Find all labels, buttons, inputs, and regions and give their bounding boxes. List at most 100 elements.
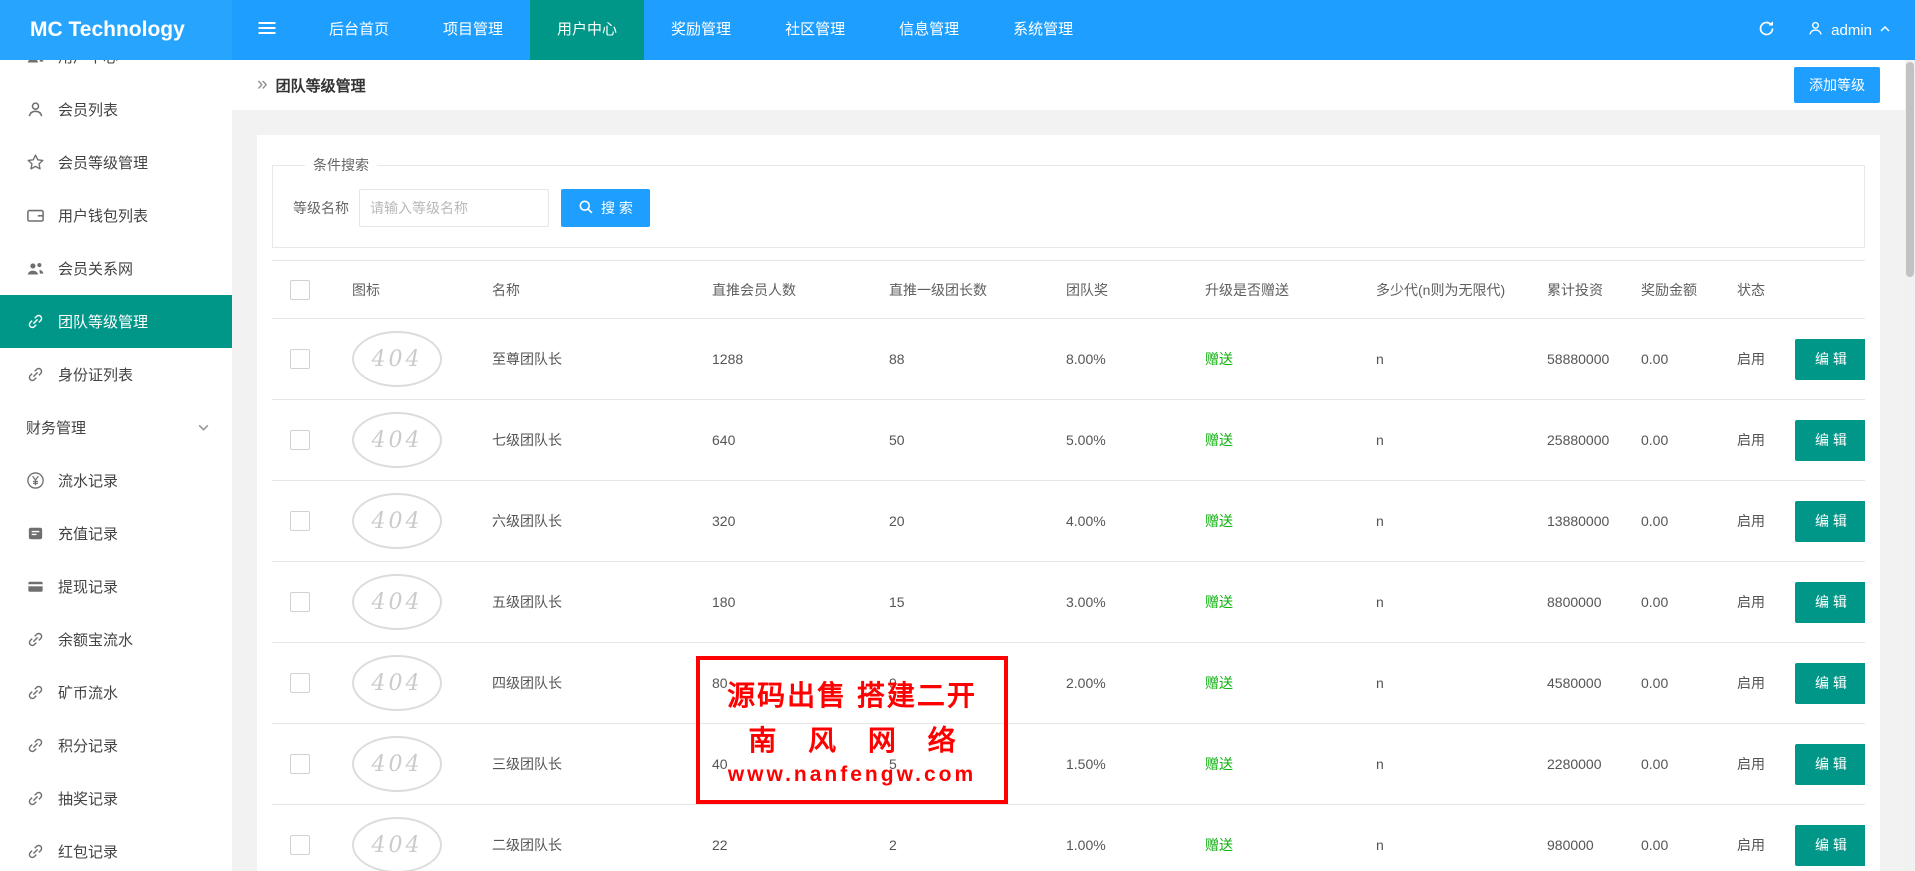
- column-header: 状态: [1727, 261, 1785, 319]
- cell-direct-members: 40: [712, 756, 728, 772]
- star-icon: [26, 153, 45, 172]
- sidebar-item[interactable]: 矿币流水: [0, 666, 232, 719]
- table-header-row: 图标名称直推会员人数直推一级团长数团队奖升级是否赠送多少代(n则为无限代)累计投…: [272, 261, 1865, 319]
- hamburger-icon: [256, 17, 278, 44]
- row-checkbox[interactable]: [290, 430, 310, 450]
- sidebar-item[interactable]: 提现记录: [0, 560, 232, 613]
- cell-direct-members: 80: [712, 675, 728, 691]
- edit-button[interactable]: 编 辑: [1795, 420, 1865, 461]
- nav-item[interactable]: 社区管理: [758, 0, 872, 60]
- nav-item[interactable]: 信息管理: [872, 0, 986, 60]
- cell-total-invest: 4580000: [1547, 675, 1602, 691]
- cell-generations: n: [1376, 513, 1384, 529]
- search-fieldset: 条件搜索 等级名称 搜 索: [272, 155, 1865, 248]
- nav-item[interactable]: 奖励管理: [644, 0, 758, 60]
- user-menu[interactable]: admin: [1795, 0, 1915, 60]
- cell-status: 启用: [1737, 594, 1765, 610]
- page-title: 团队等级管理: [276, 75, 366, 96]
- sidebar-item[interactable]: 会员等级管理: [0, 136, 232, 189]
- select-all-checkbox[interactable]: [290, 280, 310, 300]
- sidebar-item[interactable]: 流水记录: [0, 454, 232, 507]
- edit-button[interactable]: 编 辑: [1795, 744, 1865, 785]
- search-icon: [578, 199, 594, 218]
- column-header: 图标: [342, 261, 482, 319]
- hamburger-menu-button[interactable]: [232, 0, 302, 60]
- column-header: 多少代(n则为无限代): [1366, 261, 1537, 319]
- edit-button[interactable]: 编 辑: [1795, 582, 1865, 623]
- sidebar-item[interactable]: 财务管理: [0, 401, 232, 454]
- sidebar-item[interactable]: 团队等级管理: [0, 295, 232, 348]
- nav-item[interactable]: 系统管理: [986, 0, 1100, 60]
- sidebar-item[interactable]: 用户中心: [0, 60, 232, 83]
- sidebar-item[interactable]: 充值记录: [0, 507, 232, 560]
- edit-button[interactable]: 编 辑: [1795, 663, 1865, 704]
- sidebar-item-label: 团队等级管理: [58, 311, 148, 332]
- broken-image-placeholder: 404: [352, 655, 442, 711]
- sidebar-item[interactable]: 会员关系网: [0, 242, 232, 295]
- row-checkbox[interactable]: [290, 754, 310, 774]
- cell-direct-members: 1288: [712, 351, 743, 367]
- scrollbar-thumb[interactable]: [1906, 62, 1914, 277]
- edit-button[interactable]: 编 辑: [1795, 501, 1865, 542]
- column-header: 名称: [482, 261, 702, 319]
- sidebar-item-label: 红包记录: [58, 841, 118, 862]
- cell-status: 启用: [1737, 756, 1765, 772]
- broken-image-placeholder: 404: [352, 574, 442, 630]
- edit-button[interactable]: 编 辑: [1795, 825, 1865, 866]
- row-checkbox[interactable]: [290, 592, 310, 612]
- person-icon: [26, 100, 45, 119]
- sidebar-item-label: 用户钱包列表: [58, 205, 148, 226]
- nav-item[interactable]: 后台首页: [302, 0, 416, 60]
- cell-gift: 赠送: [1205, 756, 1233, 772]
- sidebar-item[interactable]: 抽奖记录: [0, 772, 232, 825]
- cell-status: 启用: [1737, 432, 1765, 448]
- sidebar-item[interactable]: 会员列表: [0, 83, 232, 136]
- table-row: 404二级团队长2221.00%赠送n9800000.00启用编 辑: [272, 805, 1865, 871]
- cell-direct-leaders: 20: [889, 513, 905, 529]
- level-name-input[interactable]: [359, 189, 549, 227]
- sidebar-item-label: 会员关系网: [58, 258, 133, 279]
- cell-gift: 赠送: [1205, 837, 1233, 853]
- sidebar-item-label: 提现记录: [58, 576, 118, 597]
- sidebar-item[interactable]: 积分记录: [0, 719, 232, 772]
- app-logo: MC Technology: [0, 0, 232, 60]
- link-icon: [26, 630, 45, 649]
- cell-status: 启用: [1737, 513, 1765, 529]
- sidebar-item-label: 充值记录: [58, 523, 118, 544]
- link-icon: [26, 312, 45, 331]
- row-checkbox[interactable]: [290, 673, 310, 693]
- search-legend: 条件搜索: [305, 155, 377, 175]
- cell-status: 启用: [1737, 675, 1765, 691]
- breadcrumb-arrow-icon: »: [257, 74, 268, 96]
- cell-team-reward: 1.50%: [1066, 756, 1106, 772]
- sidebar-item[interactable]: 余额宝流水: [0, 613, 232, 666]
- refresh-button[interactable]: [1737, 0, 1795, 60]
- breadcrumb: » 团队等级管理 添加等级: [232, 60, 1905, 110]
- search-button[interactable]: 搜 索: [561, 189, 650, 227]
- chevron-down-icon: [197, 421, 210, 434]
- row-checkbox[interactable]: [290, 349, 310, 369]
- nav-item[interactable]: 项目管理: [416, 0, 530, 60]
- cell-direct-members: 180: [712, 594, 735, 610]
- cell-reward-amount: 0.00: [1641, 837, 1668, 853]
- cell-direct-members: 320: [712, 513, 735, 529]
- cell-generations: n: [1376, 594, 1384, 610]
- row-checkbox[interactable]: [290, 511, 310, 531]
- add-level-button[interactable]: 添加等级: [1794, 67, 1880, 103]
- cell-team-reward: 4.00%: [1066, 513, 1106, 529]
- main-content: » 团队等级管理 添加等级 条件搜索 等级名称 搜 索: [232, 60, 1905, 871]
- sidebar-item[interactable]: 用户钱包列表: [0, 189, 232, 242]
- broken-image-placeholder: 404: [352, 736, 442, 792]
- cell-total-invest: 25880000: [1547, 432, 1609, 448]
- broken-image-placeholder: 404: [352, 817, 442, 871]
- sidebar-item[interactable]: 红包记录: [0, 825, 232, 871]
- sidebar-item-label: 余额宝流水: [58, 629, 133, 650]
- cell-generations: n: [1376, 351, 1384, 367]
- column-header: [1785, 261, 1865, 319]
- sidebar-item[interactable]: 身份证列表: [0, 348, 232, 401]
- cell-total-invest: 2280000: [1547, 756, 1602, 772]
- edit-button[interactable]: 编 辑: [1795, 339, 1865, 380]
- row-checkbox[interactable]: [290, 835, 310, 855]
- nav-item[interactable]: 用户中心: [530, 0, 644, 60]
- cell-generations: n: [1376, 837, 1384, 853]
